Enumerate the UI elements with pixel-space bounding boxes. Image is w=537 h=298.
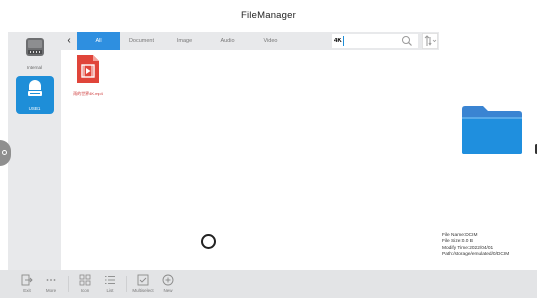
exit-button[interactable]: Exit — [16, 274, 38, 293]
folder-icon — [462, 106, 522, 154]
tab-video[interactable]: Video — [249, 32, 292, 50]
device-label-internal: Internal — [26, 65, 42, 70]
window-title: FileManager — [240, 10, 296, 21]
list-icon — [105, 276, 115, 284]
more-button[interactable]: More — [40, 274, 62, 293]
tab-image[interactable]: Image — [163, 32, 206, 50]
checkbox-icon — [137, 274, 149, 286]
exit-label: Exit — [23, 288, 31, 293]
search-icon[interactable] — [401, 35, 413, 47]
file-item[interactable]: 雨的世界4K.mp4 — [65, 54, 111, 97]
file-list-area: 雨的世界4K.mp4 — [61, 50, 439, 270]
category-bar: ‹ All Document Image Audio Video — [61, 32, 439, 50]
back-icon[interactable]: ‹ — [61, 32, 77, 50]
new-label: New — [163, 288, 173, 293]
grid-icon — [79, 274, 91, 286]
floating-circle-button[interactable] — [201, 234, 216, 249]
multiselect-button[interactable]: Multiselect — [132, 274, 154, 293]
tab-document[interactable]: Document — [120, 32, 163, 50]
text-caret — [343, 36, 344, 46]
tab-all[interactable]: All — [77, 32, 120, 50]
device-internal[interactable]: Internal — [8, 36, 61, 70]
drawer-dot-icon — [2, 150, 7, 155]
hard-drive-icon — [25, 38, 44, 56]
detail-path: Path:/storage/emulated/0/DCIM — [442, 251, 510, 257]
more-label: More — [45, 288, 57, 293]
more-icon — [46, 279, 56, 281]
info-panel: File Name:DCIM File Size:0.0 B Modify Ti… — [439, 32, 537, 270]
device-label-usb1: USB1 — [28, 106, 41, 111]
icon-view-button[interactable]: Icon — [74, 274, 96, 293]
add-circle-icon — [162, 274, 174, 286]
multiselect-label: Multiselect — [132, 288, 154, 293]
icon-view-label: Icon — [80, 288, 90, 293]
device-sidebar: Internal USB1 — [8, 32, 61, 270]
toolbar-divider — [68, 276, 69, 292]
title-bar: FileManager — [0, 0, 537, 32]
list-view-label: List — [106, 288, 114, 293]
exit-icon — [21, 274, 33, 286]
new-button[interactable]: New — [157, 274, 179, 293]
tab-audio[interactable]: Audio — [206, 32, 249, 50]
file-name: 雨的世界4K.mp4 — [73, 91, 103, 96]
list-view-button[interactable]: List — [99, 274, 121, 293]
usb-drive-icon — [27, 80, 42, 96]
file-details: File Name:DCIM File Size:0.0 B Modify Ti… — [442, 233, 509, 258]
device-usb1[interactable]: USB1 — [8, 76, 61, 114]
file-manager-window: FileManager Internal USB1 ‹ All Document… — [0, 0, 537, 298]
bottom-toolbar: Exit More Icon List Multiselect New — [0, 270, 537, 298]
toolbar-divider — [126, 276, 127, 292]
video-file-icon — [77, 55, 99, 83]
sort-icon[interactable] — [422, 33, 438, 49]
usb-card: USB1 — [15, 76, 54, 114]
